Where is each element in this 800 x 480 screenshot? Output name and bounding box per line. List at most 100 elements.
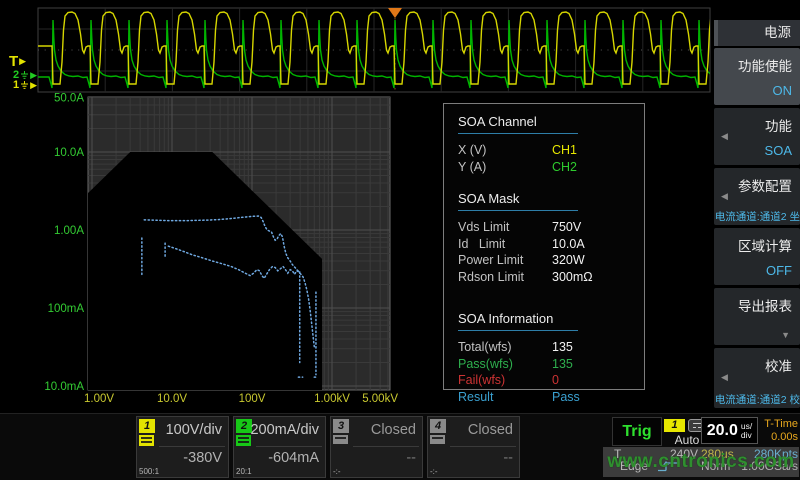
mask-row-value: 10.0A [552, 237, 585, 251]
channel4-scale: Closed [468, 422, 513, 438]
channel2-box[interactable]: 2 20:1 200mA/div -604mA [233, 416, 326, 478]
soa-x-value: CH1 [552, 143, 577, 157]
oscilloscope-screen: { "markers": { "trigger": "T", "ch2": "2… [0, 0, 800, 480]
menu-item-function-enable[interactable]: 功能使能 ON [714, 48, 800, 105]
t-time-readout: T-Time 0.00s [757, 418, 798, 444]
channel1-box[interactable]: 1 500:1 100V/div -380V [136, 416, 229, 478]
divider [450, 446, 516, 447]
menu-value: SOA [765, 143, 792, 158]
info-fail-label: Fail(wfs) [458, 373, 552, 387]
dc-coupling-icon [139, 435, 154, 446]
info-result-value: Pass [552, 390, 580, 404]
menu-item-parameter-config[interactable]: ◀ 参数配置 电流通道:通道2 坐 [714, 168, 800, 225]
timebase-unit: us/div [741, 422, 752, 440]
info-total-value: 135 [552, 340, 573, 354]
svg-text:5.00kV: 5.00kV [362, 393, 398, 405]
svg-text:1.00V: 1.00V [84, 393, 114, 405]
channel1-badge: 1 [139, 419, 155, 433]
info-pass-label: Pass(wfs) [458, 357, 552, 371]
svg-text:10.0A: 10.0A [54, 147, 84, 159]
svg-text:1.00kV: 1.00kV [314, 393, 350, 405]
ch1-position-marker[interactable]: 1 ▶ [13, 80, 37, 91]
sidebar-menu: 电源 功能使能 ON ◀ 功能 SOA ◀ 参数配置 电流通道:通道2 坐 区域… [712, 0, 800, 480]
svg-text:10.0mA: 10.0mA [44, 381, 84, 393]
menu-tab-power[interactable]: 电源 [714, 20, 800, 46]
soa-information-title: SOA Information [458, 311, 578, 331]
info-total-label: Total(wfs) [458, 340, 552, 354]
channel4-box[interactable]: 4 -:- Closed -- [427, 416, 520, 478]
channel2-offset: -604mA [268, 450, 319, 466]
menu-label: 校准 [765, 355, 792, 375]
soa-mask-title: SOA Mask [458, 191, 578, 211]
watermark: www.cntronics.com [603, 447, 799, 477]
t-time-label: T-Time [757, 418, 798, 431]
soa-plot: 50.0A10.0A1.00A100mA10.0mA1.00V10.0V100V… [40, 90, 400, 406]
menu-label: 参数配置 [738, 175, 792, 195]
trigger-source-badge[interactable]: 1 [664, 419, 685, 432]
channel1-probe-ratio: 500:1 [139, 467, 159, 476]
menu-label: 区域计算 [738, 235, 792, 255]
menu-label: 功能使能 [738, 55, 792, 75]
menu-item-function[interactable]: ◀ 功能 SOA [714, 108, 800, 165]
chevron-left-icon: ◀ [721, 191, 728, 202]
channel2-probe-ratio: 20:1 [236, 467, 252, 476]
arrow-right-icon: ▶ [19, 57, 26, 66]
soa-y-value: CH2 [552, 160, 577, 174]
menu-item-calibration[interactable]: ◀ 校准 电流通道:通道2 校 [714, 348, 800, 408]
menu-subtitle: 电流通道:通道2 校 [714, 392, 800, 406]
menu-item-area-calc[interactable]: 区域计算 OFF [714, 228, 800, 285]
channel3-badge: 3 [333, 419, 349, 433]
t-time-value: 0.00s [757, 431, 798, 444]
dc-coupling-icon [236, 435, 251, 446]
menu-label: 功能 [765, 115, 792, 135]
channel3-offset: -- [406, 450, 416, 466]
soa-channel-title: SOA Channel [458, 114, 578, 134]
channel1-scale: 100V/div [166, 422, 222, 438]
info-result-label: Result [458, 390, 552, 404]
trigger-status-box[interactable]: Trig [612, 417, 662, 446]
divider [353, 446, 419, 447]
mask-row-value: 750V [552, 220, 581, 234]
menu-subtitle: 电流通道:通道2 坐 [714, 209, 800, 223]
divider [256, 446, 322, 447]
menu-item-export-report[interactable]: 导出报表 ▼ [714, 288, 800, 345]
chevron-down-icon: ▼ [781, 330, 790, 340]
soa-x-label: X (V) [458, 143, 552, 157]
channel4-badge: 4 [430, 419, 446, 433]
channel2-scale: 200mA/div [250, 422, 319, 438]
trigger-level-marker[interactable]: T▶ [9, 54, 26, 69]
ground-icon [20, 81, 29, 90]
timebase-value: 20.0 [707, 422, 738, 440]
chevron-left-icon: ◀ [721, 372, 728, 383]
svg-text:1.00A: 1.00A [54, 225, 84, 237]
channel3-probe-ratio: -:- [333, 467, 341, 476]
svg-text:100V: 100V [239, 393, 266, 405]
svg-text:50.0A: 50.0A [54, 92, 84, 104]
arrow-right-icon: ▶ [30, 81, 37, 90]
mask-row-label: Rdson Limit [458, 270, 552, 284]
menu-label: 导出报表 [738, 295, 792, 315]
timebase-box[interactable]: 20.0 us/div [701, 417, 758, 444]
chevron-left-icon: ◀ [721, 131, 728, 142]
waveform-display [0, 0, 712, 100]
trigger-marker-label: T [9, 54, 18, 69]
ground-icon [20, 71, 29, 80]
menu-value: ON [773, 83, 793, 98]
channel3-box[interactable]: 3 -:- Closed -- [330, 416, 423, 478]
svg-text:100mA: 100mA [48, 303, 85, 315]
channel4-offset: -- [503, 450, 513, 466]
info-pass-value: 135 [552, 357, 573, 371]
soa-y-label: Y (A) [458, 160, 552, 174]
soa-info-panel: SOA Channel X (V)CH1 Y (A)CH2 SOA Mask V… [443, 103, 645, 390]
mask-row-label: Id Limit [458, 237, 552, 251]
channel1-offset: -380V [183, 450, 222, 466]
channel4-probe-ratio: -:- [430, 467, 438, 476]
coupling-icon [333, 435, 348, 444]
mask-row-label: Power Limit [458, 253, 552, 267]
info-fail-value: 0 [552, 373, 559, 387]
trig-label: Trig [622, 423, 651, 440]
divider [159, 446, 225, 447]
mask-row-label: Vds Limit [458, 220, 552, 234]
coupling-icon [430, 435, 445, 444]
mask-row-value: 300mΩ [552, 270, 593, 284]
